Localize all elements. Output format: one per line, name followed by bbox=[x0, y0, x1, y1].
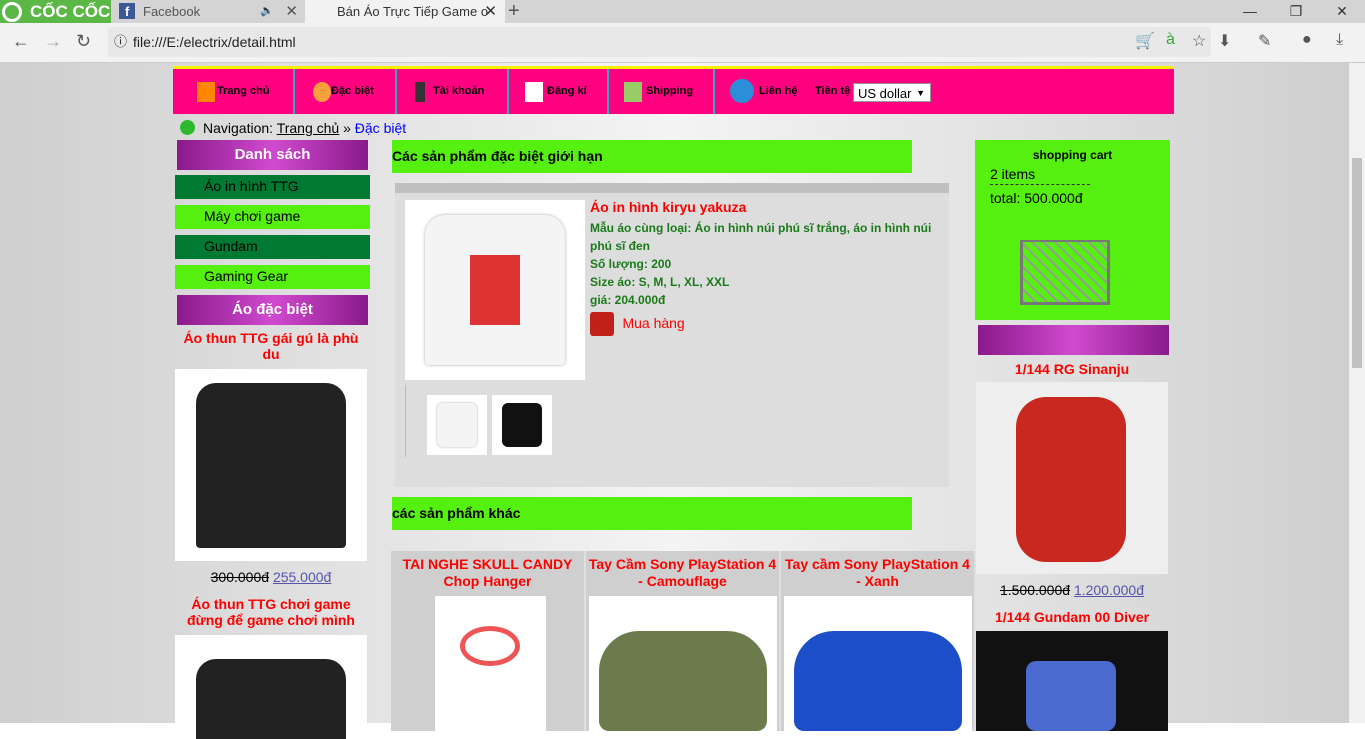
product-name-link[interactable]: Áo thun TTG gái gú là phù du bbox=[175, 330, 367, 362]
download-ext-icon[interactable]: ⬇ bbox=[1218, 31, 1231, 51]
user-icon bbox=[415, 82, 425, 102]
other-title: các sản phẩm khác bbox=[392, 497, 912, 530]
info-icon: ⓘ bbox=[114, 34, 128, 49]
product-image bbox=[589, 596, 777, 736]
scrollbar[interactable] bbox=[1349, 63, 1365, 723]
reload-icon[interactable]: ↻ bbox=[76, 31, 91, 52]
tools-icon[interactable]: ✎ bbox=[1258, 31, 1271, 51]
product-name-link[interactable]: 1/144 Gundam 00 Diver bbox=[976, 609, 1168, 625]
cart-extension-icon[interactable]: 🛒 bbox=[1135, 31, 1155, 51]
cart-items: 2 items bbox=[990, 166, 1090, 185]
phone-icon bbox=[730, 79, 754, 103]
product-card[interactable]: Tay cầm Sony PlayStation 4 - Xanh bbox=[781, 551, 974, 736]
menu-dang-ki[interactable]: Đăng kí bbox=[509, 69, 609, 114]
breadcrumb-home-link[interactable]: Trang chủ bbox=[277, 120, 340, 136]
maximize-button[interactable]: ❐ bbox=[1273, 0, 1319, 23]
old-price: 1.500.000đ bbox=[999, 582, 1071, 598]
similar-products: Mẫu áo cùng loại: Áo in hình núi phú sĩ … bbox=[590, 221, 932, 253]
arrow-icon bbox=[180, 120, 195, 135]
category-item[interactable]: Gundam bbox=[175, 235, 370, 259]
old-price: 300.000đ bbox=[210, 569, 270, 585]
shopping-cart[interactable]: shopping cart 2 items total: 500.000đ bbox=[975, 140, 1170, 320]
thumbnail[interactable] bbox=[492, 395, 552, 455]
thumbnail[interactable] bbox=[427, 395, 487, 455]
menu-shipping[interactable]: Shipping bbox=[609, 69, 715, 114]
shipping-icon bbox=[624, 82, 642, 102]
cart-icon bbox=[590, 312, 614, 336]
new-tab-button[interactable]: + bbox=[508, 0, 520, 22]
product-main-image[interactable] bbox=[405, 200, 585, 380]
back-icon[interactable]: ← bbox=[12, 31, 30, 52]
account-icon[interactable]: ● bbox=[1302, 31, 1312, 49]
close-window-button[interactable]: ✕ bbox=[1319, 0, 1365, 23]
currency-label: Tiền tệ bbox=[815, 85, 851, 97]
register-icon bbox=[525, 82, 543, 102]
menu-trang-chu[interactable]: Trang chủ bbox=[173, 69, 295, 114]
product-name-link[interactable]: 1/144 RG Sinanju bbox=[976, 361, 1168, 377]
thumbs-up-icon bbox=[313, 82, 331, 102]
category-item[interactable]: Máy chơi game bbox=[175, 205, 370, 229]
cart-icon bbox=[1020, 240, 1110, 305]
address-bar[interactable]: ⓘ file:///E:/electrix/detail.html bbox=[108, 27, 1211, 57]
menu-lien-he[interactable]: Liên hệ bbox=[715, 69, 815, 114]
minimize-button[interactable]: — bbox=[1227, 0, 1273, 23]
category-item[interactable]: Gaming Gear bbox=[175, 265, 370, 289]
product-card[interactable]: TAI NGHE SKULL CANDY Chop Hanger bbox=[391, 551, 584, 736]
close-icon[interactable]: ✕ bbox=[484, 0, 497, 23]
cart-total: total: 500.000đ bbox=[990, 190, 1083, 206]
page: Trang chủ Đặc biệt Tài khoản Đăng kí Shi… bbox=[0, 63, 1349, 739]
coccoc-icon bbox=[2, 2, 22, 22]
right-header bbox=[978, 325, 1169, 355]
product-image bbox=[435, 596, 546, 736]
forward-icon[interactable]: → bbox=[44, 31, 62, 52]
main-menu: Trang chủ Đặc biệt Tài khoản Đăng kí Shi… bbox=[173, 66, 1174, 114]
product-card[interactable]: Tay Cầm Sony PlayStation 4 - Camouflage bbox=[586, 551, 779, 736]
special-title: Áo đặc biệt bbox=[177, 295, 368, 325]
category-item[interactable]: Áo in hình TTG bbox=[175, 175, 370, 199]
section-title: Các sản phẩm đặc biệt giới hạn bbox=[392, 140, 912, 173]
product-name-link[interactable]: Áo thun TTG chơi game đừng để game chơi … bbox=[175, 596, 367, 628]
list-title: Danh sách bbox=[177, 140, 368, 170]
sizes: Size áo: S, M, L, XL, XXL bbox=[590, 275, 730, 289]
other-products: TAI NGHE SKULL CANDY Chop Hanger Tay Cầm… bbox=[391, 551, 976, 736]
speaker-icon[interactable]: 🔈 bbox=[260, 0, 274, 23]
product-title: Áo in hình kiryu yakuza bbox=[590, 199, 747, 215]
facebook-icon: f bbox=[119, 3, 135, 19]
tab-bar: CỐC CỐC f Facebook 🔈 ✕ Bán Áo Trực Tiếp Gam… bbox=[0, 0, 1365, 23]
quantity: Số lượng: 200 bbox=[590, 257, 672, 271]
download-icon[interactable]: ⤓ bbox=[1336, 31, 1343, 49]
product-image bbox=[784, 596, 972, 736]
home-icon bbox=[197, 82, 215, 102]
tab-current[interactable]: Bán Áo Trực Tiếp Game o ✕ bbox=[305, 0, 505, 23]
toolbar: ← → ↻ ⓘ file:///E:/electrix/detail.html 🛒… bbox=[0, 23, 1365, 63]
product-image[interactable] bbox=[175, 635, 367, 739]
product-image[interactable] bbox=[175, 369, 367, 561]
product-detail: Áo in hình kiryu yakuza Mẫu áo cùng loại… bbox=[395, 183, 949, 487]
typing-icon[interactable]: à bbox=[1166, 31, 1175, 49]
close-icon[interactable]: ✕ bbox=[285, 0, 298, 23]
menu-dac-biet[interactable]: Đặc biệt bbox=[295, 69, 397, 114]
price: 255.000đ bbox=[272, 569, 332, 585]
tab-facebook[interactable]: f Facebook 🔈 ✕ bbox=[111, 0, 306, 23]
star-icon[interactable]: ☆ bbox=[1192, 31, 1206, 51]
currency-select[interactable]: US dollar ▼ bbox=[853, 83, 931, 102]
product-image[interactable] bbox=[976, 382, 1168, 574]
browser-logo[interactable]: CỐC CỐC bbox=[0, 0, 111, 23]
product-image[interactable] bbox=[976, 631, 1168, 731]
buy-button[interactable]: Mua hàng bbox=[590, 312, 940, 336]
cart-title: shopping cart bbox=[1032, 148, 1113, 162]
price: 1.200.000đ bbox=[1073, 582, 1145, 598]
breadcrumb-current-link[interactable]: Đặc biệt bbox=[355, 120, 406, 136]
menu-tai-khoan[interactable]: Tài khoản bbox=[397, 69, 509, 114]
product-price: giá: 204.000đ bbox=[590, 293, 666, 307]
breadcrumb: Navigation: Trang chủ » Đặc biệt bbox=[180, 120, 406, 136]
